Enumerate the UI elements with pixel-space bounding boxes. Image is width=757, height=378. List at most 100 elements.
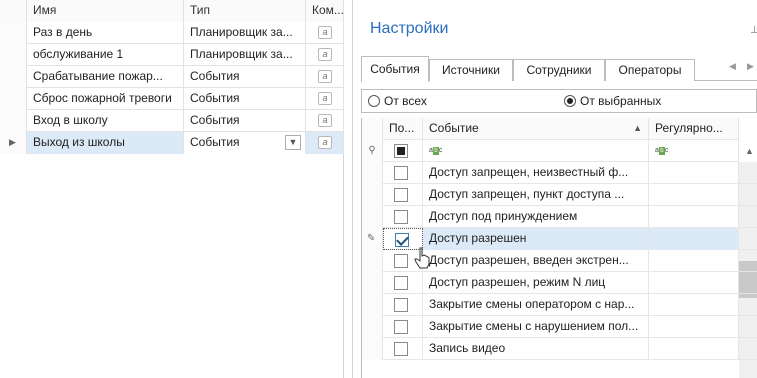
rule-comment[interactable]: a	[306, 66, 344, 88]
column-header-flag[interactable]: По...	[383, 118, 423, 140]
radio-all-label[interactable]: От всех	[384, 94, 427, 108]
list-item[interactable]: Закрытие смены с нарушением пол...	[362, 316, 757, 338]
tab-sources[interactable]: Источники	[429, 59, 513, 81]
table-row[interactable]: Вход в школу События a	[0, 110, 344, 132]
rules-grid-header: Имя Тип Ком...	[0, 0, 344, 22]
row-indicator	[0, 66, 27, 88]
list-item[interactable]: Доступ запрещен, пункт доступа ...	[362, 184, 757, 206]
column-header-event[interactable]: Событие ▲	[423, 118, 649, 140]
rule-name: Раз в день	[27, 22, 184, 44]
tab-employees[interactable]: Сотрудники	[513, 59, 605, 81]
event-check-cell[interactable]	[383, 338, 423, 360]
list-item[interactable]: Доступ разрешен, режим N лиц	[362, 272, 757, 294]
rule-type: Планировщик за...	[184, 22, 306, 44]
filter-event-input[interactable]: abc	[423, 140, 649, 162]
list-item[interactable]: Доступ запрещен, неизвестный ф...	[362, 162, 757, 184]
list-item[interactable]: Закрытие смены оператором с нар...	[362, 294, 757, 316]
event-check-cell[interactable]	[383, 294, 423, 316]
rule-comment[interactable]: a	[306, 22, 344, 44]
rule-name: Сброс пожарной тревоги	[27, 88, 184, 110]
column-header-name[interactable]: Имя	[27, 0, 184, 22]
event-checkbox[interactable]	[394, 342, 408, 356]
tab-events[interactable]: События	[361, 56, 429, 82]
filter-checkbox-cell[interactable]	[383, 140, 423, 162]
table-row[interactable]: Раз в день Планировщик за... a	[0, 22, 344, 44]
row-indicator	[362, 338, 383, 360]
auto-filter-row[interactable]: ⚲ abc abc	[362, 140, 757, 162]
row-indicator	[362, 184, 383, 206]
row-indicator	[362, 294, 383, 316]
event-name: Доступ разрешен	[423, 228, 649, 250]
event-regular	[649, 338, 739, 360]
rule-name: обслуживание 1	[27, 44, 184, 66]
memo-icon[interactable]: a	[318, 136, 332, 149]
event-name: Закрытие смены оператором с нар...	[423, 294, 649, 316]
memo-icon[interactable]: a	[318, 70, 332, 83]
memo-icon[interactable]: a	[318, 48, 332, 61]
event-check-cell[interactable]	[383, 272, 423, 294]
table-row[interactable]: Срабатывание пожар... События a	[0, 66, 344, 88]
filter-checkbox[interactable]	[394, 144, 408, 158]
row-indicator	[0, 44, 27, 66]
splitter[interactable]	[344, 0, 353, 378]
settings-panel: Настройки ⊥ События Источники Сотрудники…	[353, 0, 757, 378]
table-row-selected[interactable]: ▶ Выход из школы События ▼ a	[0, 132, 344, 154]
event-check-cell[interactable]	[383, 162, 423, 184]
radio-selected-label[interactable]: От выбранных	[580, 94, 661, 108]
radio-selected[interactable]	[564, 95, 576, 107]
event-checkbox[interactable]	[394, 166, 408, 180]
memo-icon[interactable]: a	[318, 114, 332, 127]
event-regular	[649, 162, 739, 184]
event-checkbox[interactable]	[394, 320, 408, 334]
event-checkbox[interactable]	[394, 276, 408, 290]
rule-type: События	[184, 66, 306, 88]
rule-comment[interactable]: a	[306, 88, 344, 110]
memo-icon[interactable]: a	[318, 26, 332, 39]
table-row[interactable]: Сброс пожарной тревоги События a	[0, 88, 344, 110]
panel-title: Настройки	[370, 20, 449, 37]
tab-scroll-right-icon[interactable]: ▶	[747, 61, 754, 72]
event-regular	[649, 184, 739, 206]
tab-scroll-left-icon[interactable]: ◀	[729, 61, 736, 72]
memo-icon[interactable]: a	[318, 92, 332, 105]
column-header-comment[interactable]: Ком...	[306, 0, 344, 22]
column-header-regular[interactable]: Регулярно...	[649, 118, 739, 140]
tab-operators[interactable]: Операторы	[605, 59, 695, 81]
event-regular	[649, 206, 739, 228]
event-checkbox[interactable]	[394, 188, 408, 202]
rule-type-editor[interactable]: События ▼	[184, 132, 306, 154]
mouse-cursor-hand-icon	[414, 247, 430, 269]
event-check-cell[interactable]	[383, 316, 423, 338]
scroll-up-icon[interactable]: ▲	[745, 146, 754, 156]
chevron-down-icon[interactable]: ▼	[285, 135, 301, 150]
rule-comment[interactable]: a	[306, 110, 344, 132]
row-indicator	[362, 206, 383, 228]
event-name: Доступ разрешен, введен экстрен...	[423, 250, 649, 272]
event-checkbox[interactable]	[394, 254, 408, 268]
event-name: Доступ разрешен, режим N лиц	[423, 272, 649, 294]
pin-icon[interactable]: ⊥	[750, 25, 757, 36]
event-regular	[649, 250, 739, 272]
rule-comment[interactable]: a	[306, 44, 344, 66]
rule-type: События	[184, 110, 306, 132]
event-checkbox-checked[interactable]	[395, 233, 409, 247]
event-name: Запись видео	[423, 338, 649, 360]
list-item[interactable]: Запись видео	[362, 338, 757, 360]
events-grid: По... Событие ▲ Регулярно... ⚲ abc abc ▲ …	[361, 118, 757, 378]
list-item[interactable]: Доступ под принуждением	[362, 206, 757, 228]
radio-all[interactable]	[368, 95, 380, 107]
event-check-cell[interactable]	[383, 184, 423, 206]
rule-name: Срабатывание пожар...	[27, 66, 184, 88]
event-check-cell[interactable]	[383, 206, 423, 228]
event-name: Доступ запрещен, пункт доступа ...	[423, 184, 649, 206]
rule-comment[interactable]: a	[306, 132, 344, 154]
pencil-icon: ✎	[362, 228, 383, 250]
rule-type: Планировщик за...	[184, 44, 306, 66]
event-checkbox[interactable]	[394, 210, 408, 224]
column-header-type[interactable]: Тип	[184, 0, 306, 22]
event-checkbox[interactable]	[394, 298, 408, 312]
table-row[interactable]: обслуживание 1 Планировщик за... a	[0, 44, 344, 66]
row-indicator: ▶	[0, 132, 27, 154]
filter-regular-input[interactable]: abc	[649, 140, 739, 162]
rule-type: События	[184, 88, 306, 110]
